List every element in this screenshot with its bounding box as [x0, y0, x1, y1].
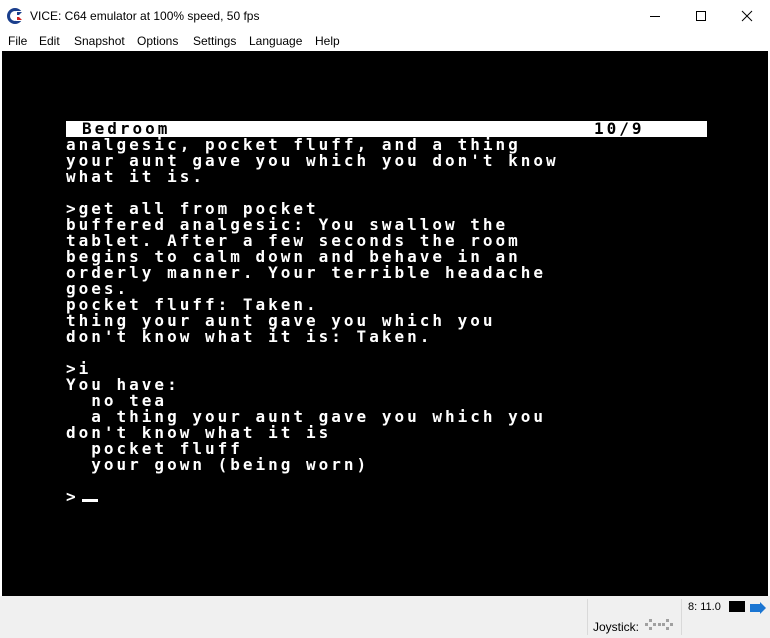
- maximize-icon: [696, 10, 706, 21]
- menu-help[interactable]: Help: [315, 34, 340, 48]
- minimize-icon: [650, 15, 660, 17]
- tape-indicator-icon[interactable]: [750, 602, 766, 614]
- drive-status: 8: 11.0: [688, 601, 721, 613]
- menu-snapshot[interactable]: Snapshot: [74, 34, 125, 48]
- maximize-button[interactable]: [678, 0, 724, 31]
- menu-options[interactable]: Options: [137, 34, 178, 48]
- minimize-button[interactable]: [632, 0, 678, 31]
- commodore-logo-icon: [7, 8, 23, 24]
- status-divider: [681, 599, 682, 635]
- menu-settings[interactable]: Settings: [193, 34, 236, 48]
- menu-language[interactable]: Language: [249, 34, 302, 48]
- output-line: don't know what it is: Taken.: [66, 327, 433, 346]
- menu-file[interactable]: File: [8, 34, 27, 48]
- inventory-item: your gown (being worn): [66, 455, 370, 474]
- close-button[interactable]: [724, 0, 770, 31]
- close-icon: [741, 10, 753, 21]
- status-divider: [587, 599, 588, 635]
- joystick-label: Joystick:: [593, 620, 640, 634]
- joystick-icon[interactable]: [645, 618, 675, 632]
- menu-bar: File Edit Snapshot Options Settings Lang…: [0, 31, 770, 51]
- output-line: orderly manner. Your terrible headache: [66, 263, 547, 282]
- input-prompt[interactable]: >: [66, 489, 79, 505]
- menu-edit[interactable]: Edit: [39, 34, 60, 48]
- text-cursor: [82, 499, 98, 502]
- emulator-screen[interactable]: Bedroom 10/9 analgesic, pocket fluff, an…: [2, 51, 768, 596]
- drive-led-icon: [729, 601, 745, 612]
- title-bar[interactable]: VICE: C64 emulator at 100% speed, 50 fps: [0, 0, 770, 31]
- window-title: VICE: C64 emulator at 100% speed, 50 fps: [30, 9, 260, 23]
- output-line: what it is.: [66, 167, 205, 186]
- score-moves: 10/9: [594, 119, 645, 138]
- status-bar: 8: 11.0 Joystick:: [0, 596, 770, 638]
